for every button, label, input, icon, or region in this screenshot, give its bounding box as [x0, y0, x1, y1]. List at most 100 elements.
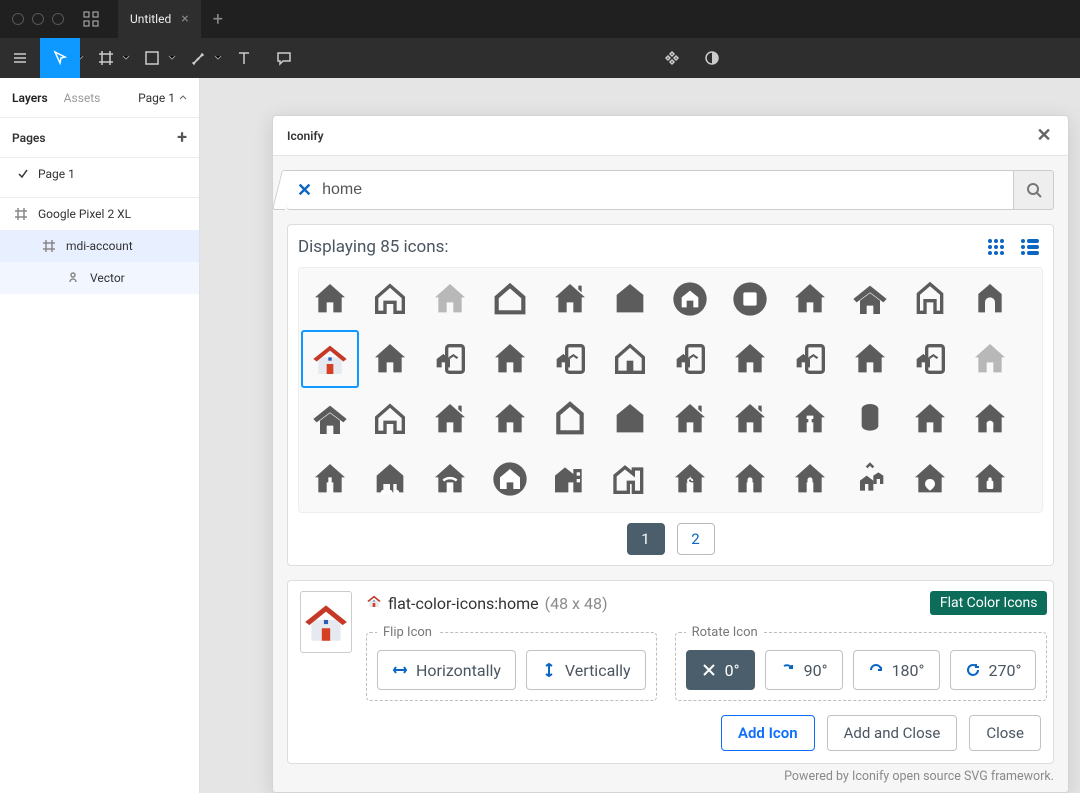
icon-grid: $	[298, 267, 1043, 513]
page-row[interactable]: Page 1	[0, 158, 199, 190]
icon-result[interactable]	[661, 270, 719, 328]
icon-result[interactable]	[541, 390, 599, 448]
icon-result[interactable]	[901, 330, 959, 388]
icon-result[interactable]	[961, 330, 1019, 388]
icon-result[interactable]	[481, 270, 539, 328]
results-status: Displaying 85 icons:	[298, 237, 449, 257]
add-page-button[interactable]: +	[177, 127, 187, 148]
icon-result[interactable]	[721, 330, 779, 388]
icon-result[interactable]	[781, 270, 839, 328]
layer-row-selected[interactable]: mdi-account	[0, 230, 199, 262]
icon-result[interactable]	[841, 270, 899, 328]
icon-result[interactable]	[781, 390, 839, 448]
icon-result[interactable]	[421, 270, 479, 328]
search-input[interactable]	[320, 180, 1003, 200]
icon-result[interactable]	[601, 270, 659, 328]
traffic-light-zoom[interactable]	[52, 13, 64, 25]
icon-result[interactable]	[361, 450, 419, 508]
icon-result[interactable]	[781, 330, 839, 388]
icon-result[interactable]	[781, 450, 839, 508]
icon-result[interactable]	[301, 390, 359, 448]
move-tool-button[interactable]	[40, 38, 80, 78]
icon-result[interactable]	[901, 270, 959, 328]
rotate-90-button[interactable]: 90°	[765, 650, 843, 690]
text-tool-button[interactable]	[224, 38, 264, 78]
collection-badge[interactable]: Flat Color Icons	[930, 591, 1048, 615]
layers-tab[interactable]: Layers	[12, 91, 48, 105]
traffic-light-close[interactable]	[12, 13, 24, 25]
icon-dimensions: (48 x 48)	[545, 594, 608, 613]
mask-icon[interactable]	[692, 38, 732, 78]
icon-result[interactable]	[541, 270, 599, 328]
add-icon-button[interactable]: Add Icon	[721, 715, 815, 751]
icon-preview	[300, 591, 352, 653]
list-view-button[interactable]	[1017, 234, 1043, 260]
components-icon[interactable]	[652, 38, 692, 78]
frame-tool-button[interactable]	[86, 38, 126, 78]
flip-horizontal-button[interactable]: Horizontally	[377, 650, 516, 690]
icon-result[interactable]	[421, 390, 479, 448]
rotate-270-button[interactable]: 270°	[950, 650, 1037, 690]
frame-icon	[42, 239, 56, 253]
icon-result[interactable]	[601, 390, 659, 448]
comment-tool-button[interactable]	[264, 38, 304, 78]
icon-result[interactable]	[721, 390, 779, 448]
page-button[interactable]: 2	[677, 523, 715, 555]
rotate-180-button[interactable]: 180°	[853, 650, 940, 690]
clear-search-icon[interactable]: ✕	[297, 180, 312, 201]
new-tab-button[interactable]: +	[201, 9, 235, 30]
icon-result[interactable]	[661, 330, 719, 388]
icon-result[interactable]	[601, 450, 659, 508]
shape-tool-button[interactable]	[132, 38, 172, 78]
pen-tool-button[interactable]	[178, 38, 218, 78]
icon-result[interactable]	[301, 450, 359, 508]
page-selector[interactable]: Page 1	[138, 91, 187, 105]
icon-result[interactable]	[961, 270, 1019, 328]
assets-tab[interactable]: Assets	[64, 91, 101, 105]
close-icon[interactable]: ✕	[1034, 125, 1054, 146]
icon-result[interactable]	[421, 450, 479, 508]
icon-result[interactable]	[361, 330, 419, 388]
icon-result[interactable]	[841, 390, 899, 448]
icon-result[interactable]: $	[661, 450, 719, 508]
page-button[interactable]: 1	[627, 523, 665, 555]
icon-result[interactable]	[841, 330, 899, 388]
svg-text:$: $	[686, 476, 694, 491]
icon-result[interactable]	[541, 450, 599, 508]
traffic-light-minimize[interactable]	[32, 13, 44, 25]
rotate-0-button[interactable]: 0°	[686, 650, 755, 690]
close-button[interactable]: Close	[969, 715, 1041, 751]
icon-result[interactable]	[601, 330, 659, 388]
icon-result[interactable]	[481, 450, 539, 508]
icon-result[interactable]	[901, 450, 959, 508]
icon-result[interactable]	[301, 270, 359, 328]
flip-vertical-button[interactable]: Vertically	[526, 650, 646, 690]
icon-result[interactable]	[901, 390, 959, 448]
add-and-close-button[interactable]: Add and Close	[827, 715, 958, 751]
icon-result[interactable]	[421, 330, 479, 388]
icon-result[interactable]	[541, 330, 599, 388]
icon-result[interactable]	[481, 390, 539, 448]
layer-row-vector[interactable]: Vector	[0, 262, 199, 294]
icon-result[interactable]	[361, 270, 419, 328]
icon-result[interactable]	[841, 450, 899, 508]
window-controls[interactable]	[0, 13, 76, 25]
icon-result[interactable]	[721, 270, 779, 328]
icon-result[interactable]	[961, 450, 1019, 508]
results-panel: Displaying 85 icons:	[287, 224, 1054, 566]
close-icon[interactable]: ×	[181, 12, 188, 26]
grid-view-button[interactable]	[983, 234, 1009, 260]
icon-result[interactable]	[661, 390, 719, 448]
search-button[interactable]	[1014, 170, 1054, 210]
icon-result[interactable]	[481, 330, 539, 388]
modal-title: Iconify	[287, 129, 324, 143]
file-tab[interactable]: Untitled ×	[118, 0, 201, 38]
frame-icon	[14, 207, 28, 221]
icon-result[interactable]	[961, 390, 1019, 448]
icon-result-selected[interactable]	[301, 330, 359, 388]
hamburger-menu-button[interactable]	[0, 38, 40, 78]
layer-row-frame[interactable]: Google Pixel 2 XL	[0, 198, 199, 230]
app-menu-icon[interactable]	[76, 4, 106, 34]
icon-result[interactable]	[721, 450, 779, 508]
icon-result[interactable]	[361, 390, 419, 448]
